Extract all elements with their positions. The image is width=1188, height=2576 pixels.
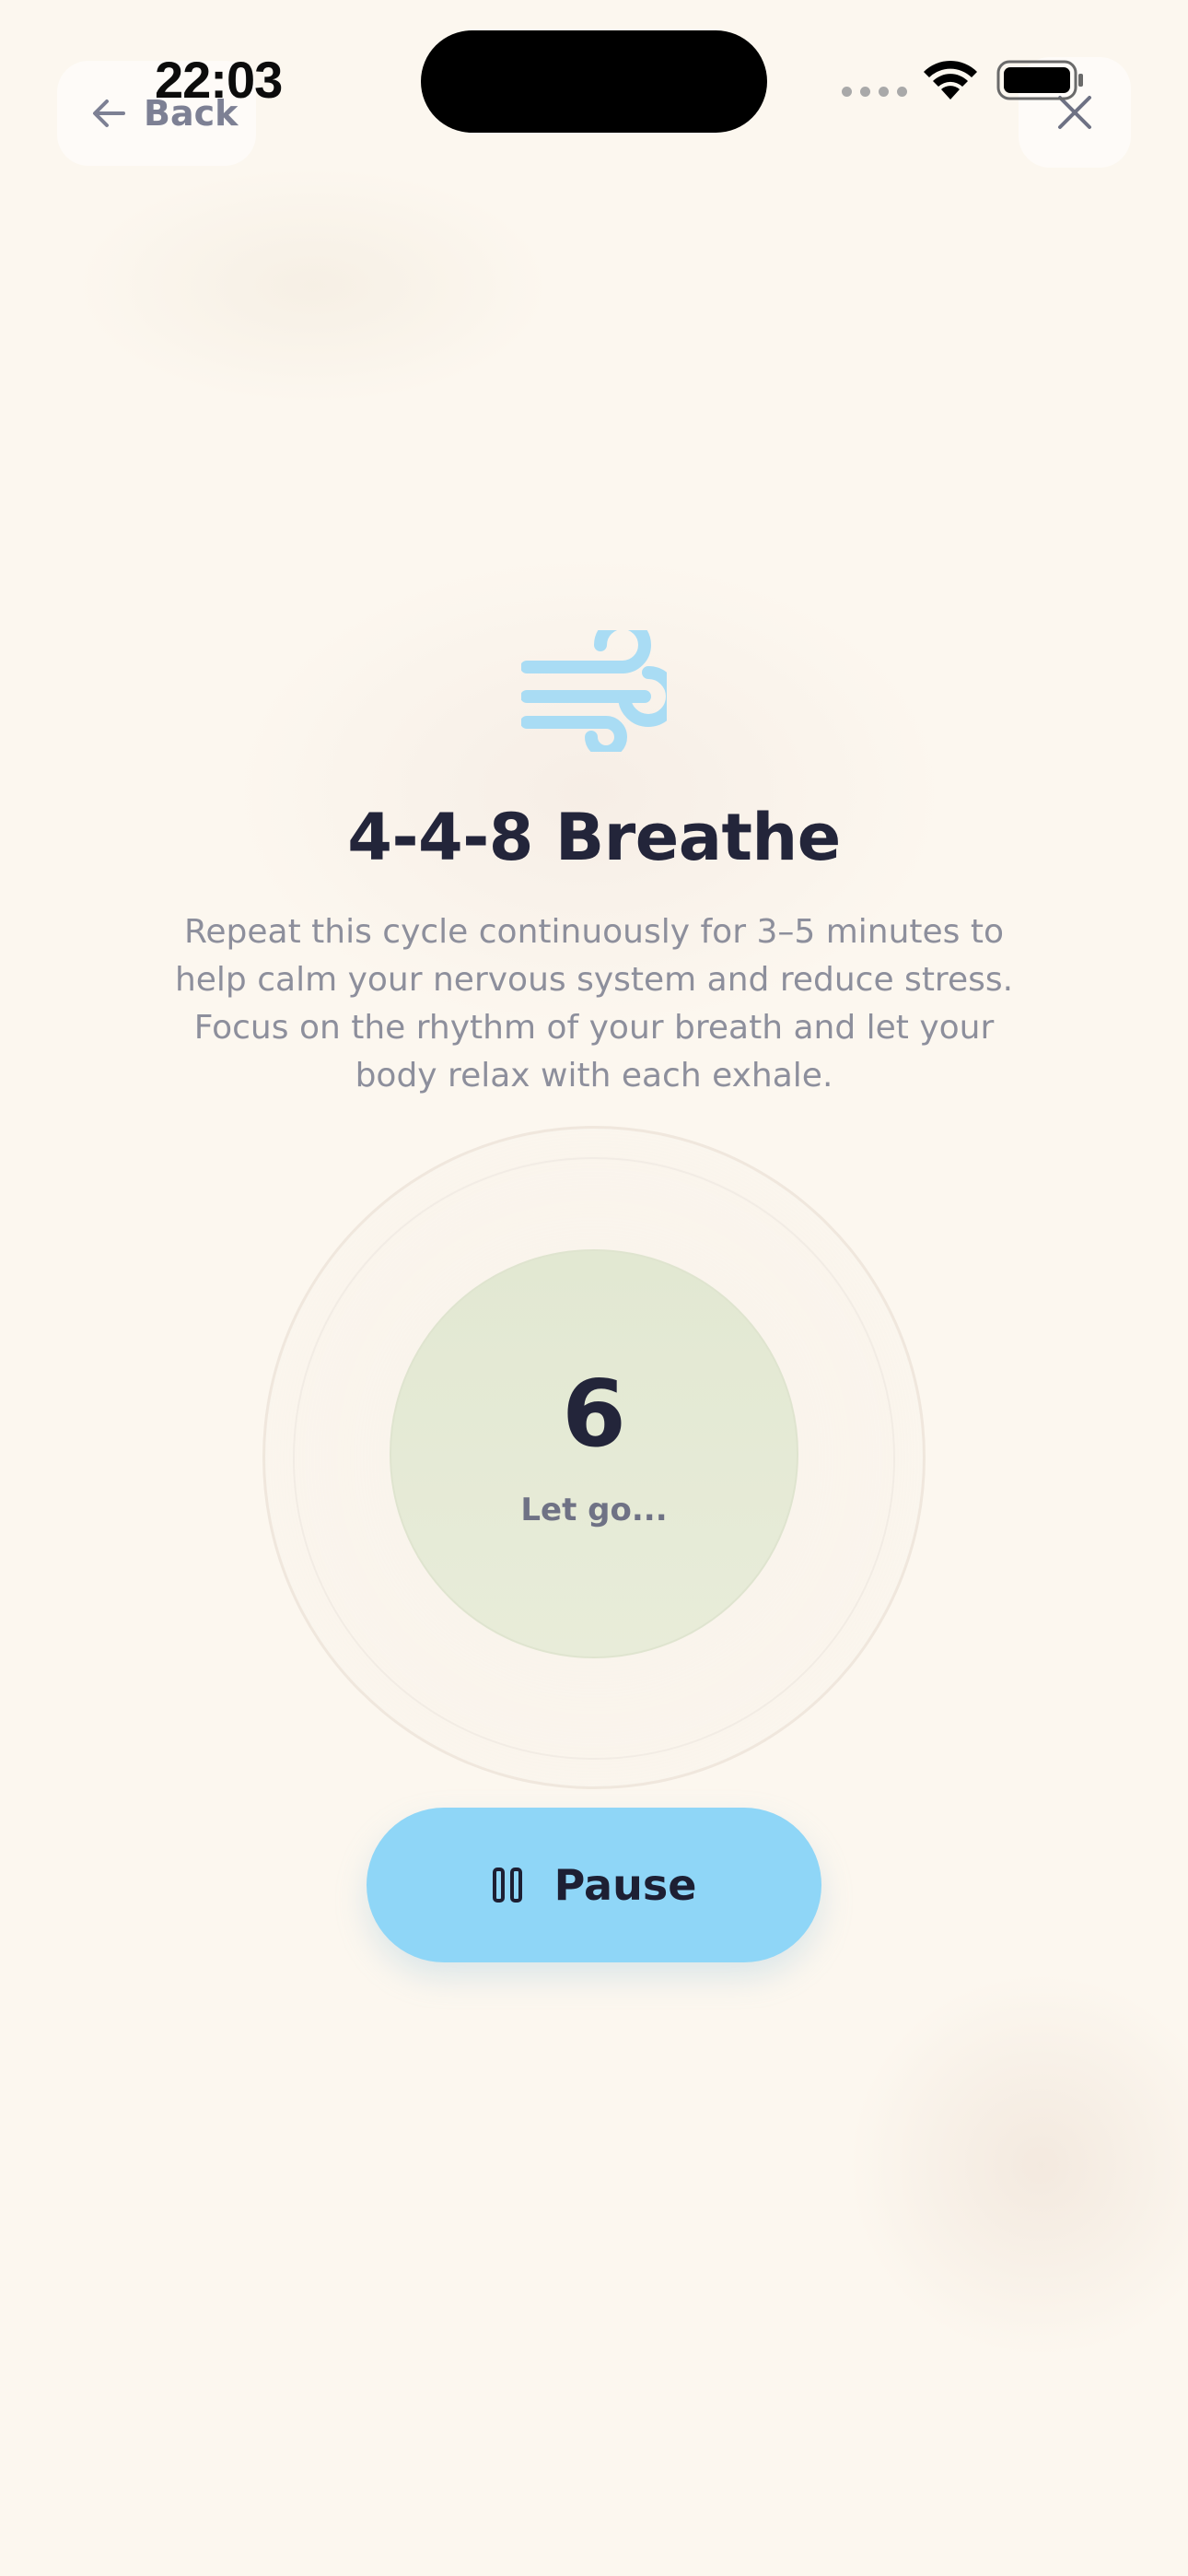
status-time: 22:03 [155,51,283,109]
arrow-left-icon [93,100,125,127]
breath-counter: 6 [562,1360,626,1468]
breath-circle: 6 Let go... [390,1249,798,1658]
wifi-icon [924,60,977,100]
background-blob [74,166,553,405]
dynamic-island [421,30,767,133]
pause-label: Pause [553,1860,697,1910]
breath-phase-label: Let go... [520,1492,668,1528]
exercise-title: 4-4-8 Breathe [347,800,841,875]
background-blob [847,1972,1188,2359]
wind-icon [521,630,667,752]
exercise-description: Repeat this cycle continuously for 3–5 m… [174,913,1014,1095]
pause-icon [492,1868,522,1903]
battery-icon [996,60,1083,100]
pause-button[interactable]: Pause [367,1808,821,1962]
cellular-signal-icon [842,87,907,97]
